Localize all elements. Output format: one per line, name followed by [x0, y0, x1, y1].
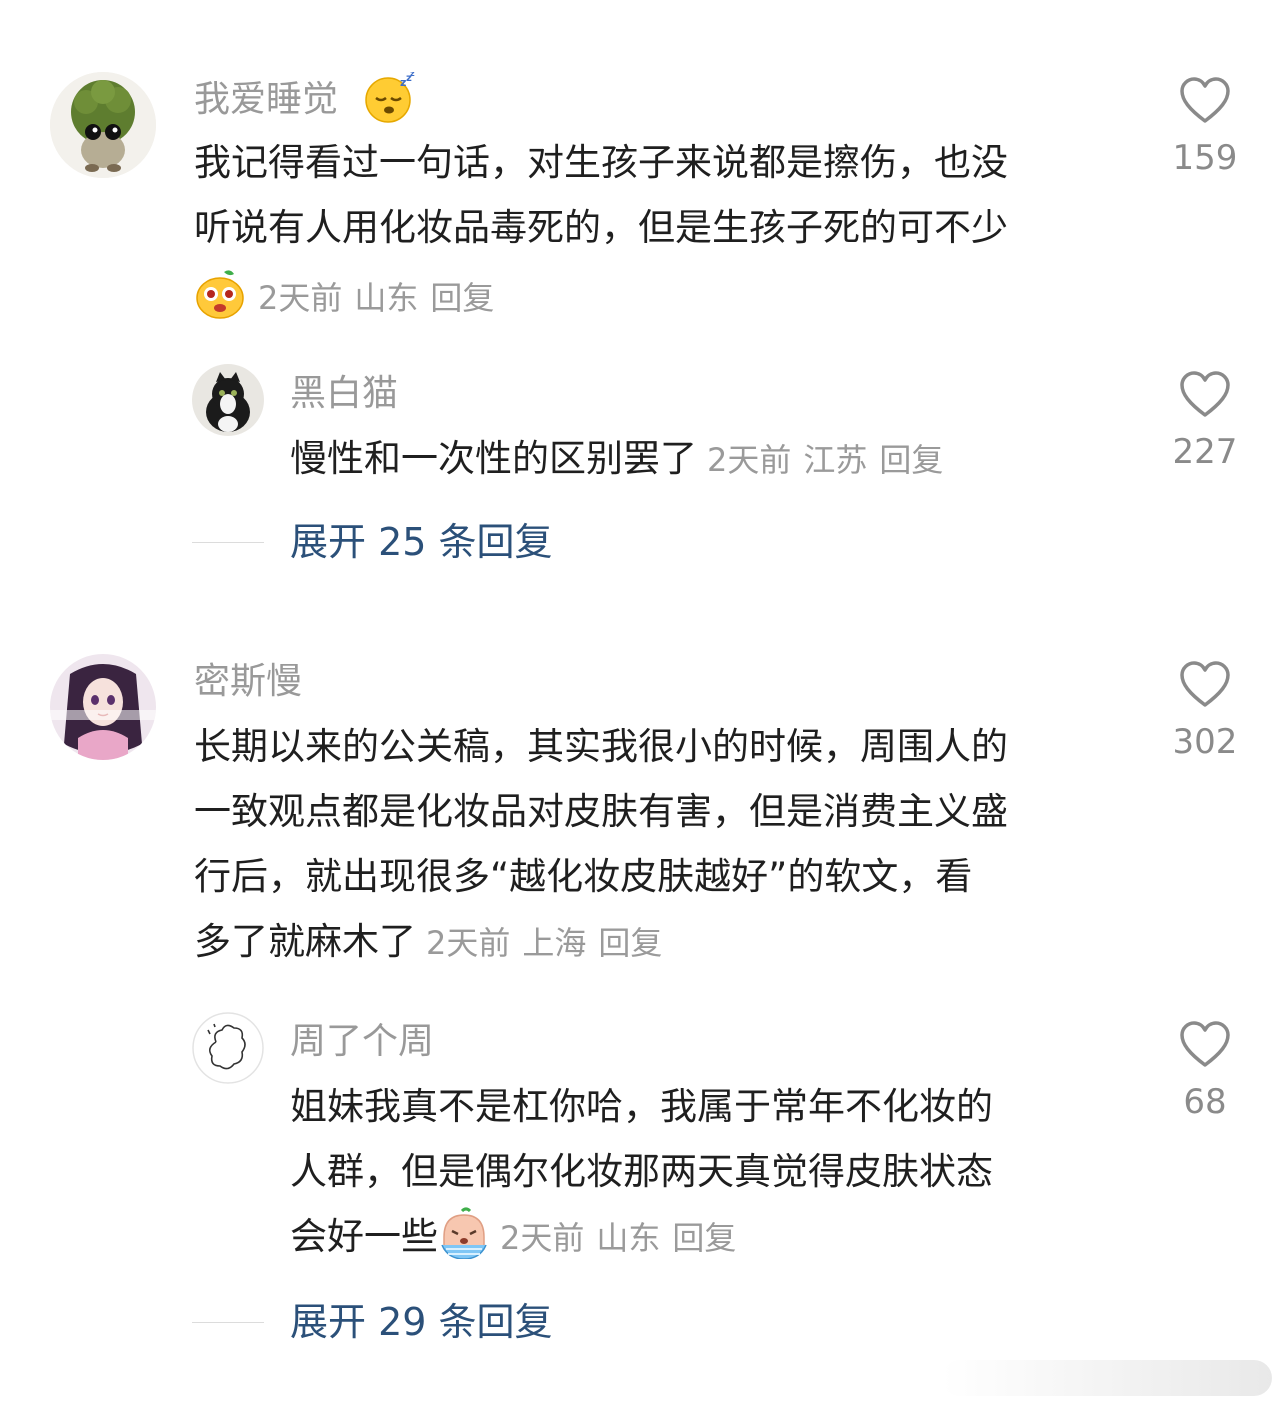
comment-location: 山东 — [354, 279, 419, 317]
watermark-bar — [942, 1360, 1272, 1396]
watermark — [852, 1358, 1272, 1398]
reply-button[interactable]: 回复 — [598, 924, 662, 962]
reply-button[interactable]: 回复 — [879, 441, 943, 479]
reply-username[interactable]: 周了个周 — [290, 1020, 434, 1064]
comment-text-line: 听说有人用化妆品毒死的，但是生孩子死的可不少 — [194, 206, 1008, 249]
sticker-badge-icon — [194, 266, 246, 320]
heart-icon — [1180, 661, 1230, 707]
comment-text-line: 长期以来的公关稿，其实我很小的时候，周围人的 — [194, 725, 1008, 768]
comment-text-line: 行后，就出现很多“越化妆皮肤越好”的软文，看 — [194, 855, 973, 898]
reply-time: 2天前 — [500, 1219, 585, 1257]
reply-text: 慢性和一次性的区别罢了 2天前 江苏 回复 — [290, 426, 1130, 493]
comment-text-line: 一致观点都是化妆品对皮肤有害，但是消费主义盛 — [194, 790, 1008, 833]
reply-text-line: 姐妹我真不是杠你哈，我属于常年不化妆的 — [290, 1085, 993, 1128]
like-count: 68 — [1183, 1082, 1227, 1122]
avatar[interactable] — [50, 654, 156, 760]
avatar[interactable] — [192, 1012, 264, 1084]
comment-time: 2天前 — [258, 279, 343, 317]
like-button[interactable]: 68 — [1150, 1020, 1260, 1122]
heart-icon — [1180, 77, 1230, 123]
comment-meta: 2天前 山东 回复 — [258, 276, 506, 320]
like-button[interactable]: 159 — [1150, 76, 1260, 178]
expand-divider — [192, 1322, 264, 1323]
heart-icon — [1180, 1021, 1230, 1067]
reply-location: 山东 — [596, 1219, 661, 1257]
like-count: 302 — [1172, 722, 1238, 762]
comment-text: 长期以来的公关稿，其实我很小的时候，周围人的 一致观点都是化妆品对皮肤有害，但是… — [194, 714, 1134, 976]
reply-text-line: 人群，但是偶尔化妆那两天真觉得皮肤状态 — [290, 1150, 993, 1193]
reply-time: 2天前 — [707, 441, 792, 479]
comment-location: 上海 — [522, 924, 587, 962]
reply-text-line: 会好一些 2天前 山东 回复 — [290, 1204, 1130, 1271]
comment-text: 我记得看过一句话，对生孩子来说都是擦伤，也没 听说有人用化妆品毒死的，但是生孩子… — [194, 130, 1134, 260]
reply-text-line: 慢性和一次性的区别罢了 2天前 江苏 回复 — [290, 437, 944, 480]
sleeping-face-icon: z z z — [364, 72, 416, 124]
comment-time: 2天前 — [426, 924, 511, 962]
comment-text-line: 我记得看过一句话，对生孩子来说都是擦伤，也没 — [194, 141, 1008, 184]
avatar[interactable] — [50, 72, 156, 178]
like-button[interactable]: 302 — [1150, 660, 1260, 762]
reply-location: 江苏 — [803, 441, 868, 479]
expand-replies-button[interactable]: 展开 29 条回复 — [290, 1300, 553, 1344]
svg-text:z: z — [410, 72, 415, 78]
expand-divider — [192, 542, 264, 543]
reply-username[interactable]: 黑白猫 — [290, 372, 398, 416]
avatar[interactable] — [192, 364, 264, 436]
comment-username[interactable]: 密斯慢 — [194, 660, 302, 704]
crying-emoji-icon — [438, 1207, 490, 1260]
reply-button[interactable]: 回复 — [672, 1219, 736, 1257]
like-count: 227 — [1172, 432, 1238, 472]
comment-text-line: 多了就麻木了 2天前 上海 回复 — [194, 920, 663, 963]
heart-icon — [1180, 371, 1230, 417]
reply-button[interactable]: 回复 — [430, 279, 494, 317]
like-button[interactable]: 227 — [1150, 370, 1260, 472]
comment-username[interactable]: 我爱睡觉 — [194, 78, 338, 122]
expand-replies-button[interactable]: 展开 25 条回复 — [290, 520, 553, 564]
reply-text: 姐妹我真不是杠你哈，我属于常年不化妆的 人群，但是偶尔化妆那两天真觉得皮肤状态 … — [290, 1074, 1130, 1271]
like-count: 159 — [1172, 138, 1238, 178]
